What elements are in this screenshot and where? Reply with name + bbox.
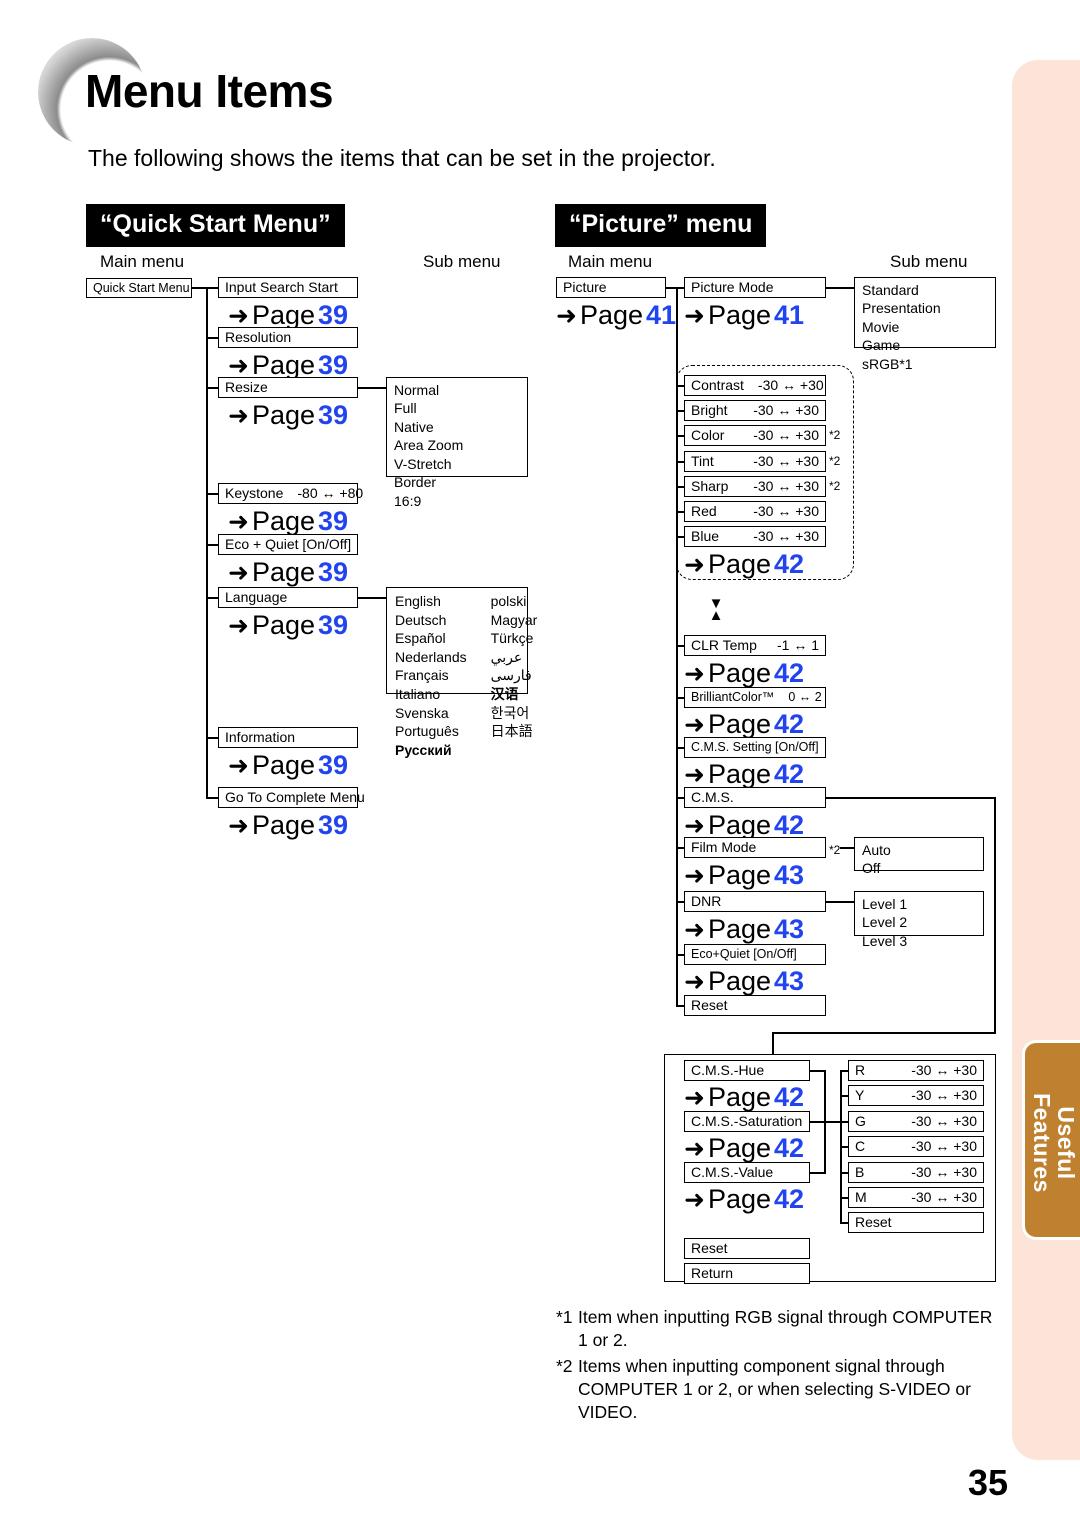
column-label-main-menu-left: Main menu [100,252,185,271]
pageref-information[interactable]: ➜ Page 39 [228,750,348,781]
page-number: 35 [968,1462,1009,1503]
pageref-picture-root[interactable]: ➜ Page 41 [556,300,676,331]
connector-cms-route-h2 [772,1032,996,1034]
pageref-eco-quiet-picture[interactable]: ➜ Page 43 [684,966,804,997]
node-color[interactable]: Color -30 ↔ +30 [684,425,826,446]
footnote-mark-film-mode: *2 [829,843,841,857]
node-language[interactable]: Language [218,587,358,608]
node-channel-c[interactable]: C -30 ↔ +30 [848,1136,984,1157]
connector-resize-sub [358,387,386,389]
section-banner-picture: “Picture” menu [555,204,767,247]
footnote-2: *2 Items when inputting component signal… [556,1355,971,1423]
node-keystone[interactable]: Keystone -80 ↔ +80 [218,483,363,504]
page-intro-text: The following shows the items that can b… [88,145,716,171]
side-panel [1012,60,1080,1460]
node-contrast[interactable]: Contrast -30 ↔ +30 [684,375,826,396]
node-red[interactable]: Red -30 ↔ +30 [684,501,826,522]
scroll-indicator-icon: ▼ ▲ [708,595,724,624]
connector-picture-mode-sub [826,287,854,289]
node-dnr[interactable]: DNR [684,891,826,912]
pageref-picture-mode[interactable]: ➜ Page 41 [684,300,804,331]
node-film-mode[interactable]: Film Mode [684,837,826,858]
node-bright[interactable]: Bright -30 ↔ +30 [684,400,826,421]
node-eco-quiet-picture[interactable]: Eco+Quiet [On/Off] [684,944,826,965]
footnotes: *1 Item when inputting RGB signal throug… [556,1306,1006,1426]
node-cms-setting[interactable]: C.M.S. Setting [On/Off] [684,737,826,758]
section-banner-quick-start: “Quick Start Menu” [86,204,345,247]
node-cms[interactable]: C.M.S. [684,787,826,808]
pageref-cms-saturation[interactable]: ➜ Page 42 [684,1133,804,1164]
node-cms-saturation[interactable]: C.M.S.-Saturation [684,1111,810,1132]
pageref-adjust-group[interactable]: ➜ Page 42 [684,549,804,580]
node-channel-b[interactable]: B -30 ↔ +30 [848,1162,984,1183]
connector-cms-route-v2 [772,1032,774,1054]
pageref-resize[interactable]: ➜ Page 39 [228,400,348,431]
submenu-dnr-options[interactable]: Level 1 Level 2 Level 3 [854,891,984,949]
pageref-language[interactable]: ➜ Page 39 [228,610,348,641]
footnote-mark-sharp: *2 [829,479,841,493]
pageref-cms-value[interactable]: ➜ Page 42 [684,1184,804,1215]
spine-quick-start [206,287,208,799]
node-brilliantcolor[interactable]: BrilliantColor™ 0 ↔ 2 [684,687,826,708]
submenu-film-mode-options[interactable]: Auto Off [854,837,984,876]
connector-film-mode-sub [840,847,854,849]
footnote-mark-tint: *2 [829,454,841,468]
footnote-mark-color: *2 [829,428,841,442]
node-eco-quiet[interactable]: Eco + Quiet [On/Off] [218,534,358,555]
connector-cms-route-h1 [826,797,996,799]
node-cms-value[interactable]: C.M.S.-Value [684,1162,810,1183]
node-channel-m[interactable]: M -30 ↔ +30 [848,1187,984,1208]
pageref-keystone[interactable]: ➜ Page 39 [228,506,348,537]
pageref-film-mode[interactable]: ➜ Page 43 [684,860,804,891]
node-information[interactable]: Information [218,727,358,748]
pageref-cms-setting[interactable]: ➜ Page 42 [684,759,804,790]
node-picture-root[interactable]: Picture [556,277,666,298]
node-cms-panel-return[interactable]: Return [684,1263,810,1284]
section-tab-label: Useful Features [1029,1093,1080,1193]
node-reset-picture[interactable]: Reset [684,995,826,1016]
node-resize[interactable]: Resize [218,377,358,398]
section-tab-useful-features: Useful Features [1022,1040,1080,1240]
pageref-go-to-complete-menu[interactable]: ➜ Page 39 [228,810,348,841]
node-tint[interactable]: Tint -30 ↔ +30 [684,451,826,472]
node-sharp[interactable]: Sharp -30 ↔ +30 [684,476,826,497]
submenu-resize-options[interactable]: Normal Full Native Area Zoom V-Stretch B… [386,377,528,509]
column-label-sub-menu-right: Sub menu [890,252,968,271]
node-channel-r[interactable]: R -30 ↔ +30 [848,1060,984,1081]
node-picture-mode[interactable]: Picture Mode [684,277,826,298]
submenu-picture-mode-options[interactable]: Standard Presentation Movie Game sRGB*1 [854,277,996,372]
pageref-clr-temp[interactable]: ➜ Page 42 [684,658,804,689]
node-cms-hue[interactable]: C.M.S.-Hue [684,1060,810,1081]
node-channel-g[interactable]: G -30 ↔ +30 [848,1111,984,1132]
node-resolution[interactable]: Resolution [218,327,358,348]
connector-val-bus [810,1172,826,1174]
connector-language-sub [358,597,386,599]
submenu-language-options[interactable]: English polski Deutsch Magyar Español Tü… [386,587,537,758]
connector-dnr-sub [826,901,854,903]
node-quick-start-menu-root[interactable]: Quick Start Menu [86,278,192,298]
column-label-main-menu-right: Main menu [568,252,653,271]
pageref-brilliantcolor[interactable]: ➜ Page 42 [684,709,804,740]
node-input-search-start[interactable]: Input Search Start [218,277,358,298]
connector-channel-spine-2 [840,1190,842,1223]
node-cms-panel-reset[interactable]: Reset [684,1238,810,1259]
footnote-1: *1 Item when inputting RGB signal throug… [556,1307,993,1351]
node-blue[interactable]: Blue -30 ↔ +30 [684,526,826,547]
connector-cms-route-v [994,797,996,1034]
column-label-sub-menu-left: Sub menu [423,252,501,271]
node-channel-reset[interactable]: Reset [848,1212,984,1233]
adjust-group-dashed-frame [676,365,854,580]
node-channel-y[interactable]: Y -30 ↔ +30 [848,1085,984,1106]
node-clr-temp[interactable]: CLR Temp -1 ↔ 1 [684,635,826,656]
node-go-to-complete-menu[interactable]: Go To Complete Menu [218,787,365,808]
pageref-cms-hue[interactable]: ➜ Page 42 [684,1082,804,1113]
pageref-dnr[interactable]: ➜ Page 43 [684,914,804,945]
page-title: Menu Items [85,65,334,117]
pageref-eco-quiet[interactable]: ➜ Page 39 [228,557,348,588]
